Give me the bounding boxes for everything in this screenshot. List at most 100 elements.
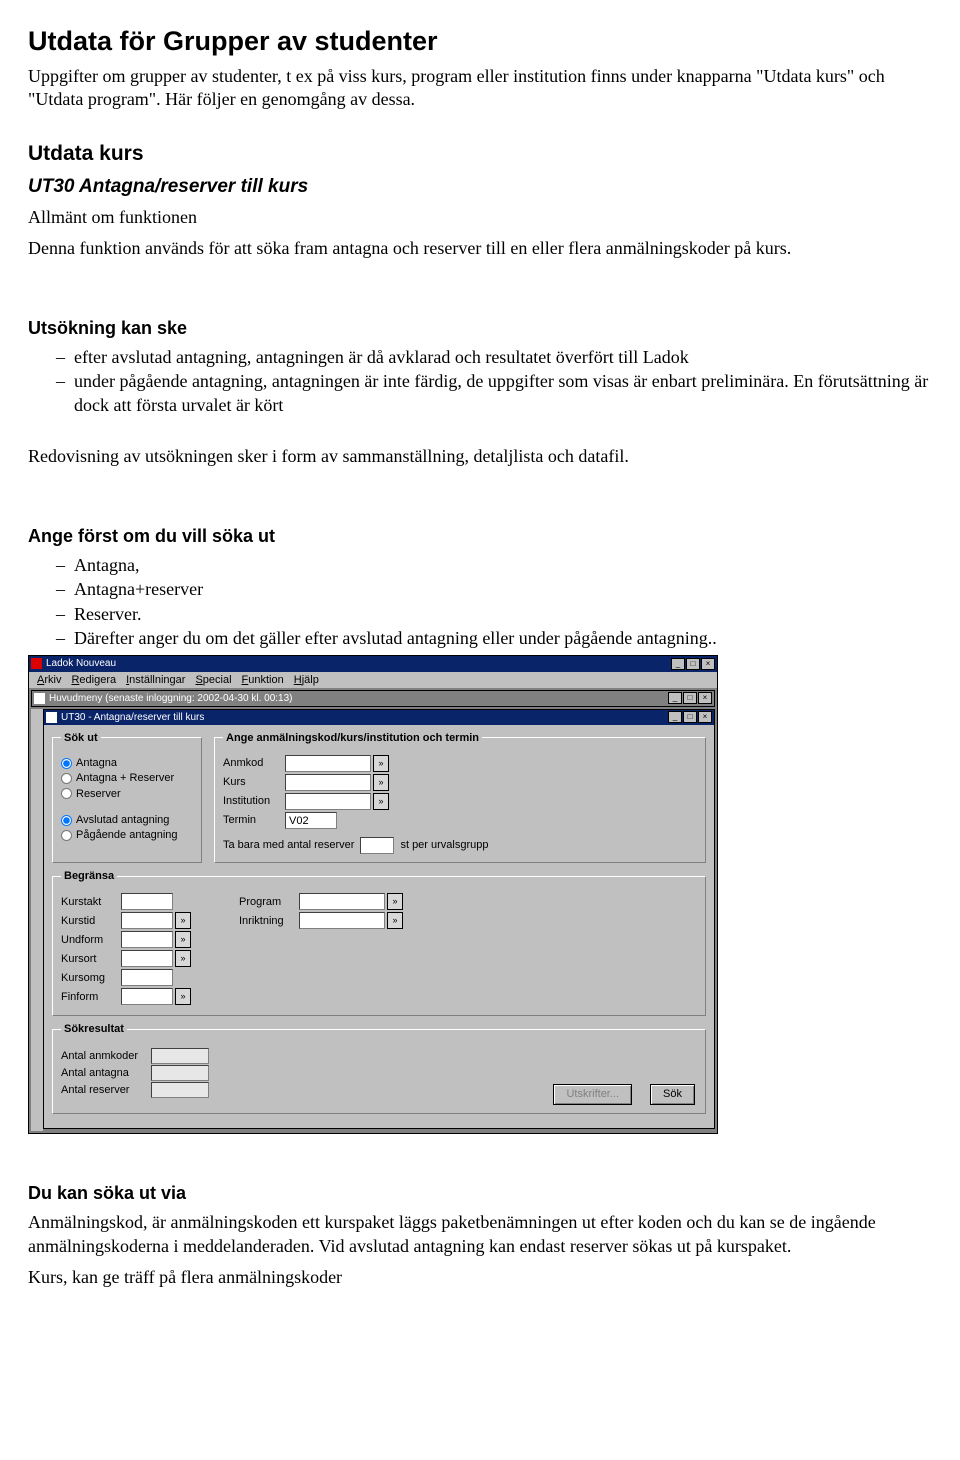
huvudmeny-title: Huvudmeny (senaste inloggning: 2002-04-3… [49,692,293,705]
label-antal-antagna: Antal antagna [61,1066,151,1080]
sok-button[interactable]: Sök [650,1084,695,1105]
menubar[interactable]: AArkivrkiv Redigera Inställningar Specia… [29,672,717,688]
picker-icon[interactable]: » [175,950,191,967]
menu-arkiv[interactable]: AArkivrkiv [37,673,61,687]
input-termin[interactable] [285,812,337,829]
menu-installningar[interactable]: Inställningar [126,673,185,687]
utskrifter-button[interactable]: Utskrifter... [553,1084,632,1105]
ange-legend: Ange anmälningskod/kurs/institution och … [223,731,482,745]
outer-titlebar: Ladok Nouveau _ □ × [29,656,717,672]
list-item: Antagna, [56,554,932,577]
radio-antagna[interactable]: Antagna [61,756,193,770]
ange-fieldset: Ange anmälningskod/kurs/institution och … [214,731,706,863]
sok-ut-legend: Sök ut [61,731,101,745]
menu-funktion[interactable]: Funktion [242,673,284,687]
ange-heading: Ange först om du vill söka ut [28,525,932,548]
picker-icon[interactable]: » [387,912,403,929]
input-kurstid[interactable] [121,912,173,929]
label-tabara-suffix: st per urvalsgrupp [400,838,488,852]
radio-avslutad[interactable]: Avslutad antagning [61,813,193,827]
menu-special[interactable]: Special [195,673,231,687]
label-anmkod: Anmkod [223,756,285,770]
utsokning-heading: Utsökning kan ske [28,317,932,340]
list-item: Antagna+reserver [56,578,932,601]
label-termin: Termin [223,813,285,827]
sidebar-stub [31,709,43,1131]
dukan-body2: Kurs, kan ge träff på flera anmälningsko… [28,1266,932,1289]
input-inriktning[interactable] [299,912,385,929]
input-anmkod[interactable] [285,755,371,772]
picker-icon[interactable]: » [175,931,191,948]
info-icon [34,693,45,704]
ut30-window: UT30 - Antagna/reserver till kurs _ □ × … [43,709,715,1129]
intro-paragraph: Uppgifter om grupper av studenter, t ex … [28,65,932,112]
label-kurs: Kurs [223,775,285,789]
input-undform[interactable] [121,931,173,948]
redovisning-paragraph: Redovisning av utsökningen sker i form a… [28,445,932,468]
radio-reserver[interactable]: Reserver [61,787,193,801]
label-kursort: Kursort [61,952,121,966]
dialog-icon [46,712,57,723]
input-tabara[interactable] [360,837,394,854]
begransa-fieldset: Begränsa Kurstakt Kurstid » Undform » Kurs… [52,869,706,1016]
label-inriktning: Inriktning [239,914,299,928]
close-icon[interactable]: × [698,692,712,704]
sokresultat-fieldset: Sökresultat Antal anmkoder Antal antagna… [52,1022,706,1113]
close-icon[interactable]: × [701,658,715,670]
minimize-icon[interactable]: _ [671,658,685,670]
input-kursort[interactable] [121,950,173,967]
huvudmeny-window: Huvudmeny (senaste inloggning: 2002-04-3… [31,690,715,707]
picker-icon[interactable]: » [373,755,389,772]
menu-hjalp[interactable]: Hjälp [294,673,319,687]
sok-ut-fieldset: Sök ut Antagna Antagna + Reserver Reserv… [52,731,202,863]
radio-antagna-reserver[interactable]: Antagna + Reserver [61,771,193,785]
input-finform[interactable] [121,988,173,1005]
menu-redigera[interactable]: Redigera [71,673,116,687]
input-kurstakt[interactable] [121,893,173,910]
picker-icon[interactable]: » [387,893,403,910]
list-item: under pågående antagning, antagningen är… [56,370,932,417]
picker-icon[interactable]: » [175,988,191,1005]
dukan-heading: Du kan söka ut via [28,1182,932,1205]
picker-icon[interactable]: » [175,912,191,929]
list-item: Därefter anger du om det gäller efter av… [56,627,932,650]
maximize-icon[interactable]: □ [686,658,700,670]
begransa-legend: Begränsa [61,869,117,883]
label-undform: Undform [61,933,121,947]
label-antal-reserver: Antal reserver [61,1083,151,1097]
section-heading: Utdata kurs [28,140,932,167]
page-title: Utdata för Grupper av studenter [28,24,932,59]
input-kurs[interactable] [285,774,371,791]
label-kurstakt: Kurstakt [61,895,121,909]
tabara-row: Ta bara med antal reserver st per urvals… [223,837,697,854]
maximize-icon[interactable]: □ [683,692,697,704]
maximize-icon[interactable]: □ [683,711,697,723]
outer-title-text: Ladok Nouveau [46,657,116,670]
picker-icon[interactable]: » [373,774,389,791]
list-item: efter avslutad antagning, antagningen är… [56,346,932,369]
close-icon[interactable]: × [698,711,712,723]
minimize-icon[interactable]: _ [668,692,682,704]
value-antal-antagna [151,1065,209,1081]
input-institution[interactable] [285,793,371,810]
picker-icon[interactable]: » [373,793,389,810]
radio-pagaende[interactable]: Pågående antagning [61,828,193,842]
label-kursomg: Kursomg [61,971,121,985]
value-antal-reserver [151,1082,209,1098]
minimize-icon[interactable]: _ [668,711,682,723]
dukan-body: Anmälningskod, är anmälningskoden ett ku… [28,1211,932,1258]
label-antal-anmkoder: Antal anmkoder [61,1049,151,1063]
input-kursomg[interactable] [121,969,173,986]
input-program[interactable] [299,893,385,910]
ange-list: Antagna, Antagna+reserver Reserver. Däre… [28,554,932,651]
list-item: Reserver. [56,603,932,626]
subsection-heading: UT30 Antagna/reserver till kurs [28,175,932,200]
label-finform: Finform [61,990,121,1004]
window-controls[interactable]: _ □ × [671,658,715,670]
utsokning-list: efter avslutad antagning, antagningen är… [28,346,932,417]
label-kurstid: Kurstid [61,914,121,928]
label-program: Program [239,895,299,909]
allmant-label: Allmänt om funktionen [28,206,932,229]
label-institution: Institution [223,794,285,808]
app-icon [31,658,42,669]
